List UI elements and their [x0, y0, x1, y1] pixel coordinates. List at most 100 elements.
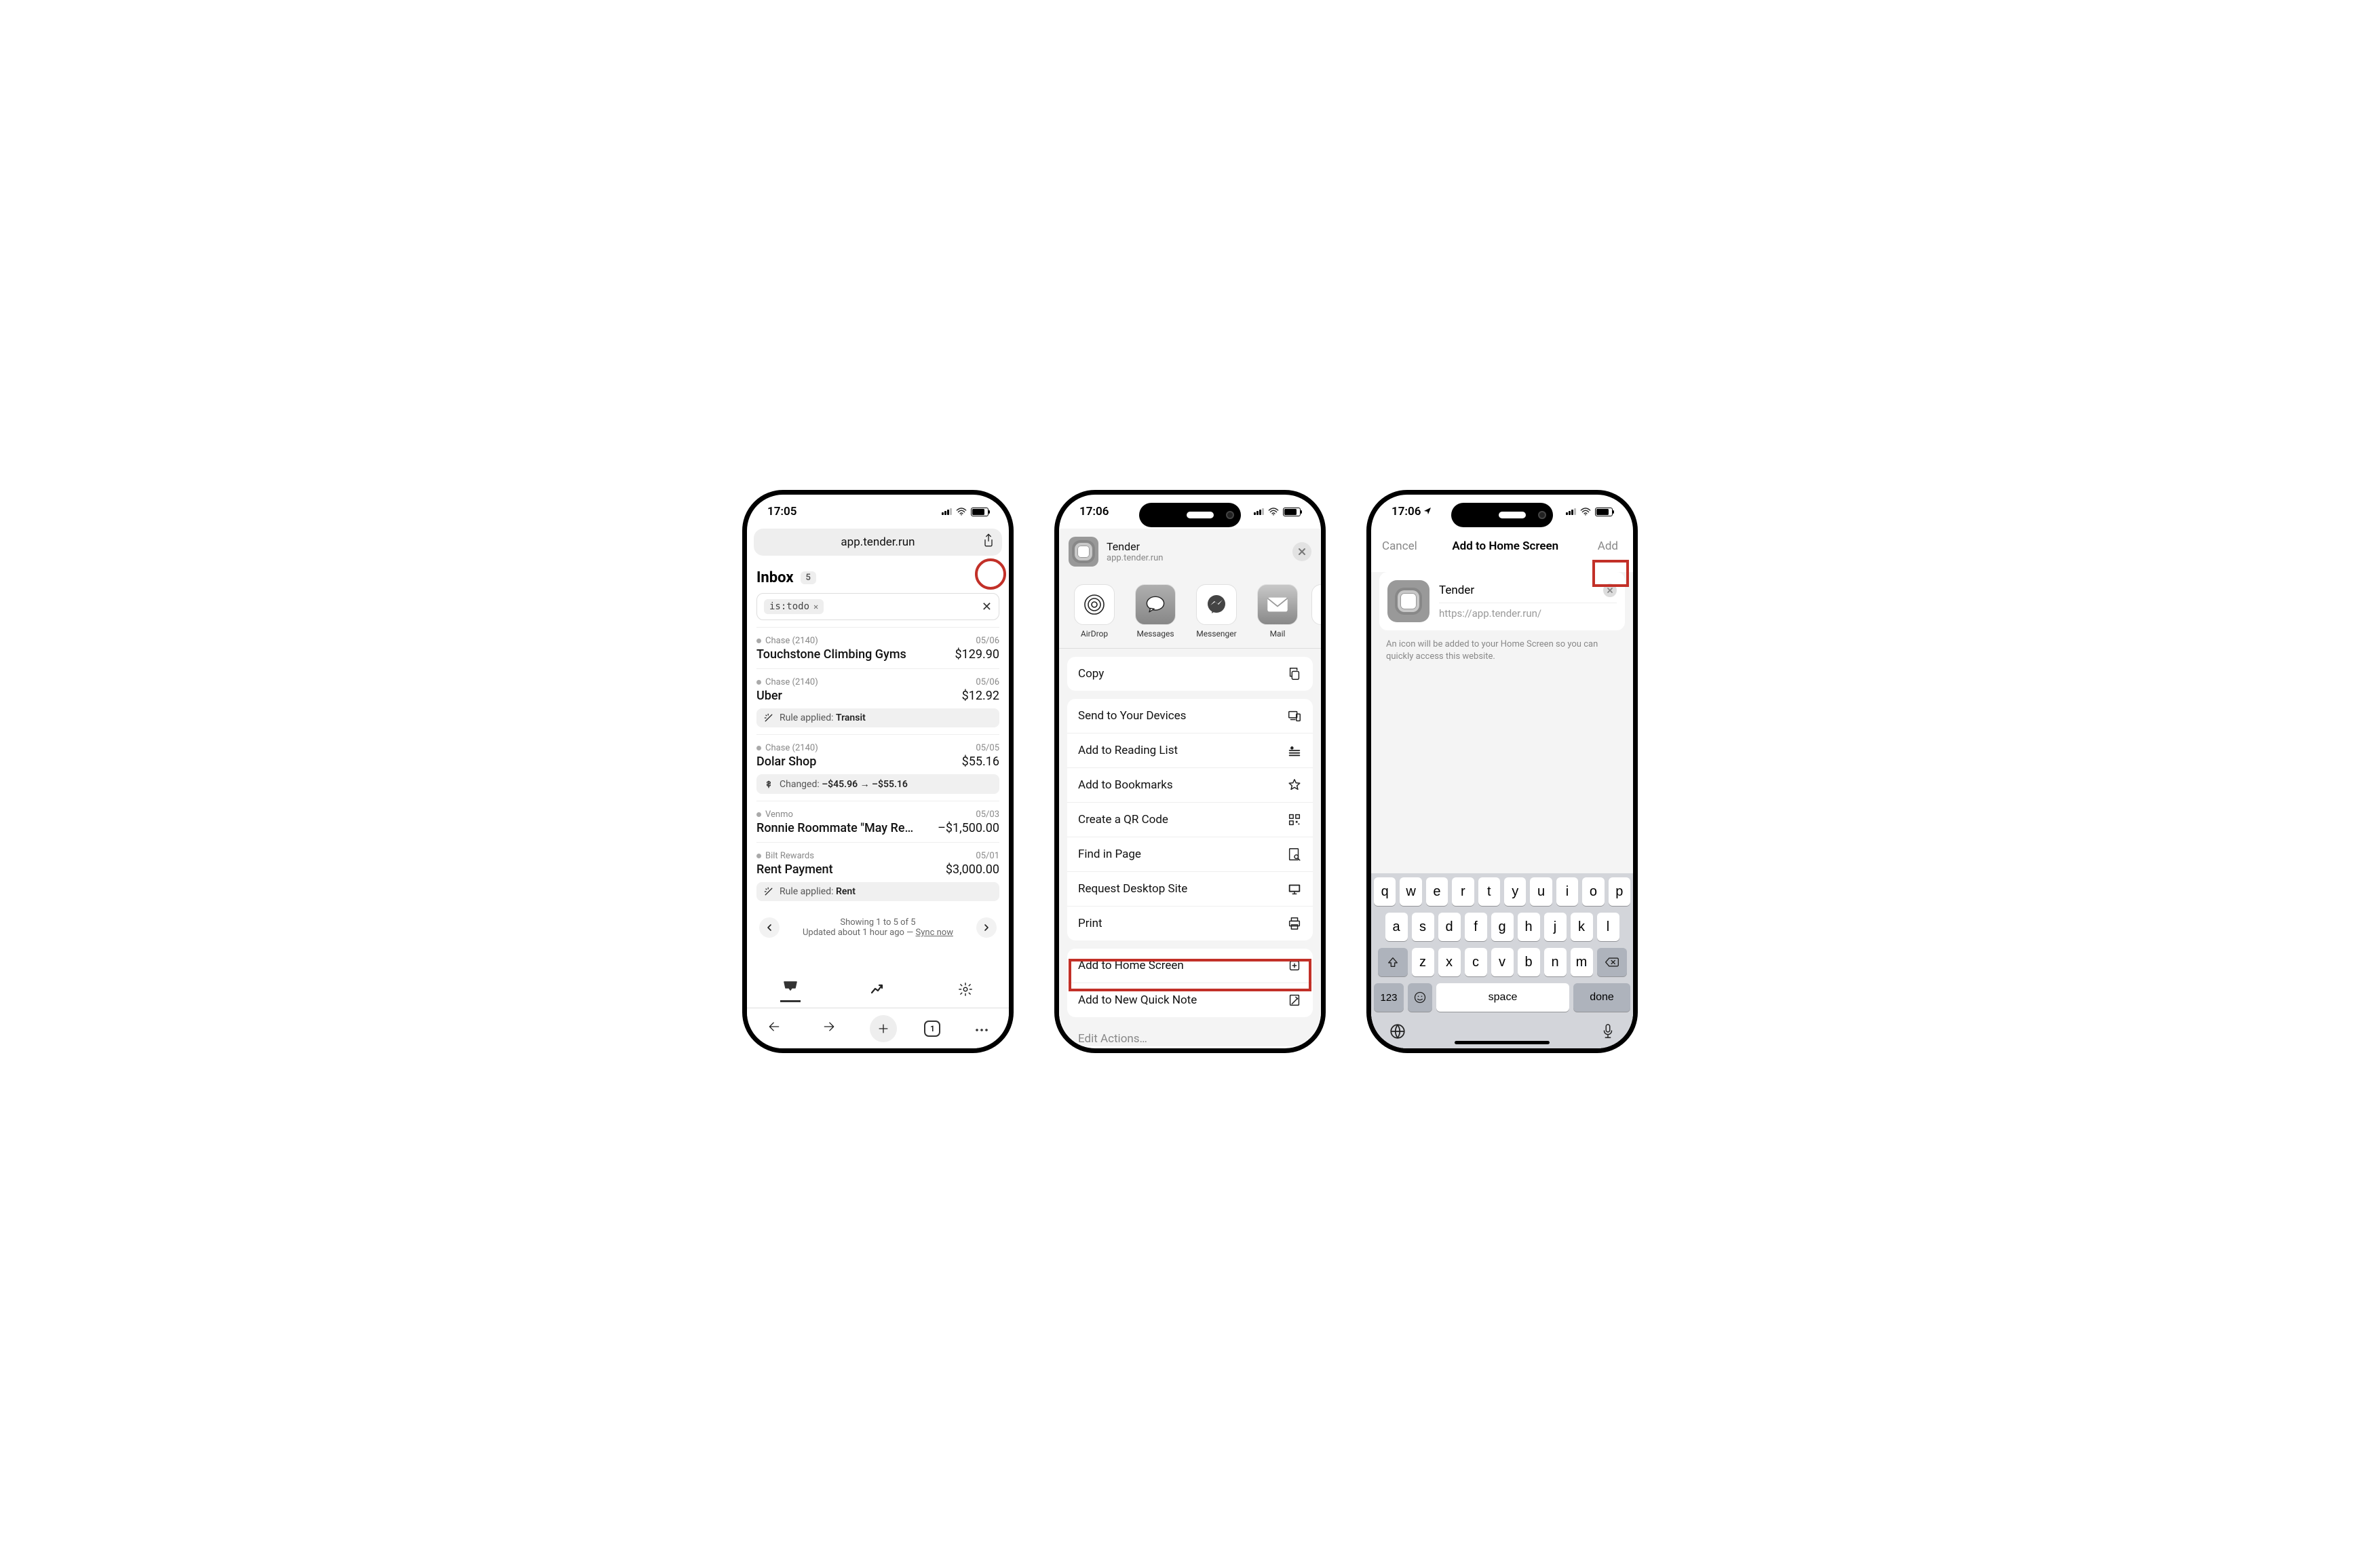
key-y[interactable]: y [1504, 877, 1526, 906]
browser-new-tab[interactable] [870, 1015, 897, 1042]
mic-icon [1600, 1023, 1615, 1040]
share-action-add-to-home-screen[interactable]: Add to Home Screen [1067, 949, 1313, 983]
pagination: Showing 1 to 5 of 5 Updated about 1 hour… [756, 917, 999, 938]
tab-settings[interactable] [955, 982, 976, 999]
share-action-find-in-page[interactable]: Find in Page [1067, 837, 1313, 872]
key-b[interactable]: b [1518, 948, 1540, 976]
key-k[interactable]: k [1571, 913, 1593, 941]
status-time: 17:06 [1079, 505, 1109, 518]
share-action-request-desktop-site[interactable]: Request Desktop Site [1067, 872, 1313, 907]
filter-searchbox[interactable]: is:todo ✕ ✕ [756, 593, 999, 620]
change-tag: Changed: –$45.96 → –$55.16 [756, 774, 999, 794]
key-v[interactable]: v [1491, 948, 1514, 976]
keyboard[interactable]: qwertyuiop asdfghjkl zxcvbnm 123 space d… [1371, 873, 1633, 1048]
backspace-key[interactable] [1597, 948, 1627, 976]
share-actions: Copy Send to Your DevicesAdd to Reading … [1059, 649, 1321, 1046]
globe-key[interactable] [1389, 1023, 1406, 1043]
share-action-add-to-new-quick-note[interactable]: Add to New Quick Note [1067, 983, 1313, 1017]
share-app-more[interactable] [1310, 584, 1321, 639]
cancel-button[interactable]: Cancel [1382, 539, 1417, 553]
key-q[interactable]: q [1374, 877, 1396, 906]
txn-date: 05/06 [976, 636, 999, 646]
status-bar: 17:05 [747, 495, 1009, 529]
tab-inbox[interactable] [780, 980, 801, 1002]
status-time: 17:05 [767, 505, 796, 518]
inbox-icon [782, 980, 799, 993]
transaction-row[interactable]: Chase (2140) 05/06 Uber $12.92 Rule appl… [756, 668, 999, 734]
key-f[interactable]: f [1465, 913, 1487, 941]
key-n[interactable]: n [1544, 948, 1567, 976]
key-j[interactable]: j [1544, 913, 1567, 941]
key-i[interactable]: i [1556, 877, 1578, 906]
bookmark-card: Tender https://app.tender.run/ [1379, 572, 1625, 630]
bookmark-name-input[interactable]: Tender [1439, 584, 1474, 597]
key-h[interactable]: h [1518, 913, 1540, 941]
key-x[interactable]: x [1438, 948, 1461, 976]
key-s[interactable]: s [1412, 913, 1434, 941]
browser-forward[interactable] [815, 1020, 843, 1037]
space-key[interactable]: space [1436, 983, 1569, 1012]
share-app-messenger[interactable]: Messenger [1188, 584, 1245, 639]
share-sheet-header: Tender app.tender.run [1059, 529, 1321, 575]
key-r[interactable]: r [1452, 877, 1474, 906]
key-p[interactable]: p [1609, 877, 1630, 906]
share-action-create-a-qr-code[interactable]: Create a QR Code [1067, 803, 1313, 837]
txn-date: 05/05 [976, 743, 999, 753]
share-button[interactable] [982, 533, 995, 552]
share-apps-row[interactable]: AirDrop Messages Messenger Mail [1059, 575, 1321, 649]
chip-remove-icon[interactable]: ✕ [813, 602, 818, 611]
dictation-key[interactable] [1600, 1023, 1615, 1043]
sync-link[interactable]: Sync now [916, 928, 953, 938]
key-a[interactable]: a [1385, 913, 1408, 941]
transaction-row[interactable]: Chase (2140) 05/06 Touchstone Climbing G… [756, 627, 999, 668]
txn-amount: $12.92 [962, 689, 999, 703]
share-app-mail[interactable]: Mail [1249, 584, 1306, 639]
inbox-content: Inbox 5 is:todo ✕ ✕ Chase (2140) 05/06 T… [747, 556, 1009, 994]
key-z[interactable]: z [1412, 948, 1434, 976]
key-o[interactable]: o [1582, 877, 1604, 906]
bookmark-icon [1387, 580, 1429, 622]
share-action-add-to-bookmarks[interactable]: Add to Bookmarks [1067, 768, 1313, 803]
transaction-row[interactable]: Venmo 05/03 Ronnie Roommate "May Re… –$1… [756, 801, 999, 842]
emoji-key[interactable] [1408, 983, 1432, 1012]
add-button[interactable]: Add [1594, 537, 1622, 556]
tab-trends[interactable] [868, 983, 888, 999]
filter-chip[interactable]: is:todo ✕ [764, 599, 824, 614]
transaction-row[interactable]: Chase (2140) 05/05 Dolar Shop $55.16 Cha… [756, 734, 999, 801]
txn-title: Uber [756, 689, 782, 703]
share-app-messages[interactable]: Messages [1127, 584, 1184, 639]
txn-source: Chase (2140) [765, 743, 818, 753]
txn-source: Chase (2140) [765, 677, 818, 687]
txn-source: Chase (2140) [765, 636, 818, 646]
share-app-airdrop[interactable]: AirDrop [1066, 584, 1123, 639]
browser-menu[interactable] [968, 1020, 995, 1037]
share-action-print[interactable]: Print [1067, 907, 1313, 940]
key-m[interactable]: m [1571, 948, 1593, 976]
close-button[interactable] [1292, 542, 1311, 561]
safari-url-bar[interactable]: app.tender.run [754, 529, 1002, 556]
help-text: An icon will be added to your Home Scree… [1371, 639, 1633, 663]
key-g[interactable]: g [1491, 913, 1514, 941]
share-action-send-to-your-devices[interactable]: Send to Your Devices [1067, 699, 1313, 734]
share-action-copy[interactable]: Copy [1067, 657, 1313, 691]
key-l[interactable]: l [1597, 913, 1619, 941]
pager-status: Showing 1 to 5 of 5 [803, 917, 953, 928]
edit-actions-link[interactable]: Edit Actions… [1067, 1025, 1313, 1046]
page-prev-button[interactable] [759, 917, 780, 938]
share-action-add-to-reading-list[interactable]: Add to Reading List [1067, 734, 1313, 768]
key-t[interactable]: t [1478, 877, 1500, 906]
page-next-button[interactable] [976, 917, 997, 938]
key-w[interactable]: w [1400, 877, 1421, 906]
number-key[interactable]: 123 [1374, 983, 1404, 1012]
done-key[interactable]: done [1573, 983, 1630, 1012]
key-d[interactable]: d [1438, 913, 1461, 941]
transaction-row[interactable]: Bilt Rewards 05/01 Rent Payment $3,000.0… [756, 842, 999, 908]
clear-name-button[interactable] [1603, 584, 1617, 597]
shift-key[interactable] [1378, 948, 1408, 976]
clear-search-button[interactable]: ✕ [982, 600, 992, 614]
key-c[interactable]: c [1465, 948, 1487, 976]
browser-tabs[interactable]: 1 [924, 1021, 940, 1037]
key-e[interactable]: e [1426, 877, 1448, 906]
key-u[interactable]: u [1530, 877, 1552, 906]
browser-back[interactable] [761, 1020, 788, 1037]
